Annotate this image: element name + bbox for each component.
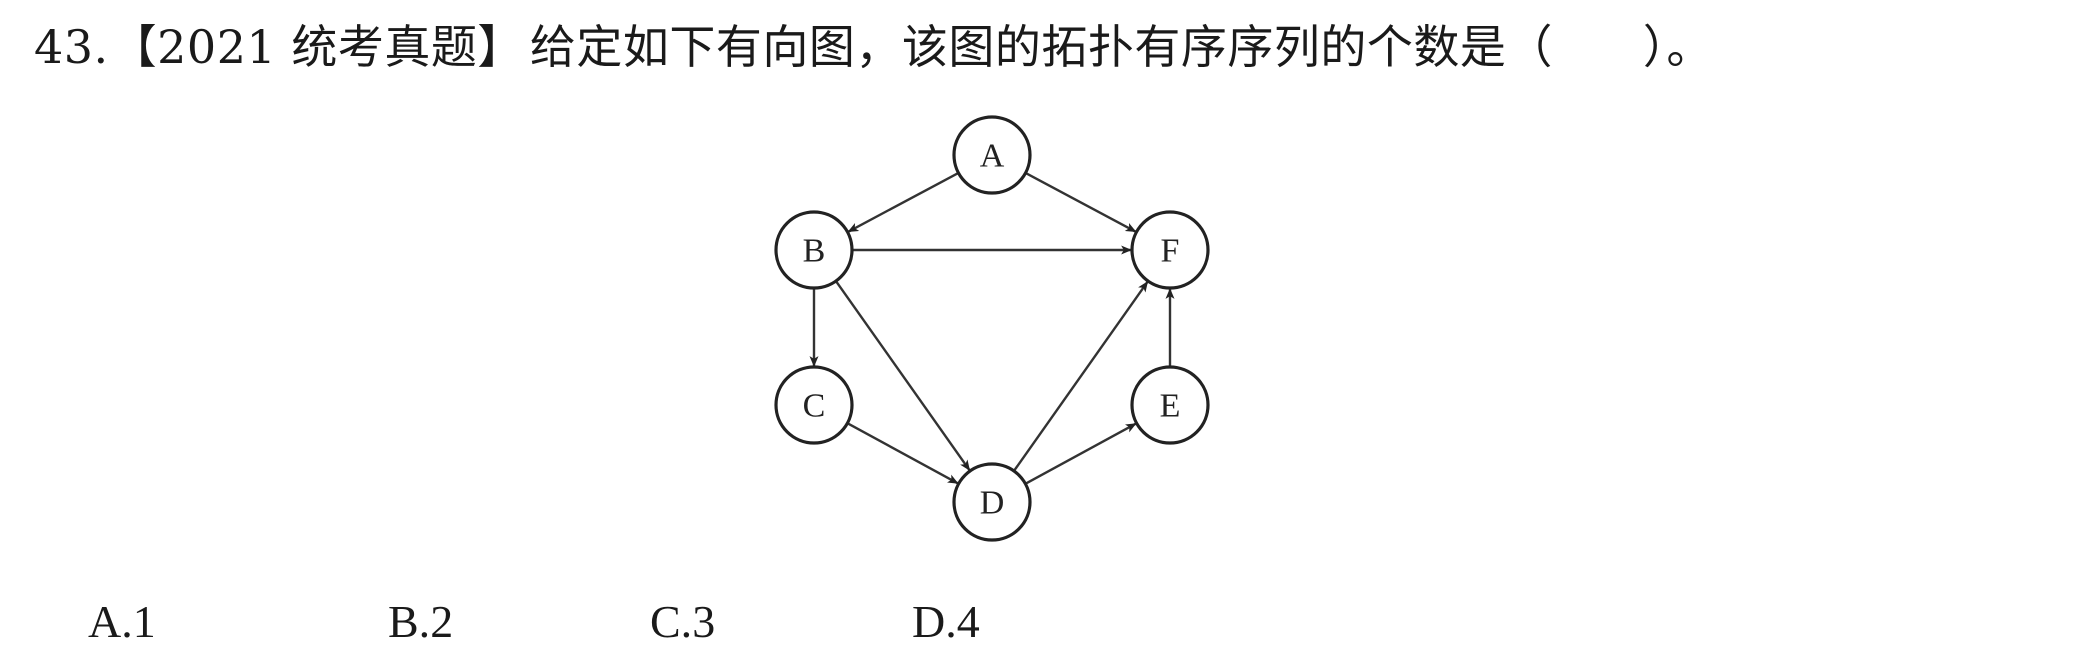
option-b: B.2 [388,592,453,652]
option-a-value: 1 [132,596,156,647]
node-c: C [774,365,854,445]
option-d-letter: D. [912,596,957,647]
node-c-label: C [803,388,826,425]
directed-graph: A B C D E F [774,115,1210,542]
node-d-label: D [980,485,1005,522]
node-e: E [1130,365,1210,445]
option-a: A.1 [88,592,156,652]
option-b-value: 2 [430,596,454,647]
node-b-label: B [803,233,826,270]
graph-edges [809,171,1175,485]
edge-d-f [1012,281,1149,472]
node-f-label: F [1161,233,1180,270]
node-f: F [1130,210,1210,290]
node-d: D [952,462,1032,542]
graph-nodes: A B C D E F [774,115,1210,542]
edge-b-d [834,280,971,471]
answer-options: A.1 B.2 C.3 D.4 [0,592,2081,662]
option-c-value: 3 [692,596,716,647]
node-a-label: A [980,138,1005,175]
node-e-label: E [1160,388,1181,425]
option-c-letter: C. [650,596,693,647]
option-d: D.4 [912,592,980,652]
edge-a-b [847,171,960,233]
node-b: B [774,210,854,290]
option-d-value: 4 [956,596,980,647]
option-b-letter: B. [388,596,431,647]
node-a: A [952,115,1032,195]
edge-c-d [846,422,959,485]
option-c: C.3 [650,592,715,652]
edge-a-f [1024,171,1137,233]
option-a-letter: A. [88,596,133,647]
